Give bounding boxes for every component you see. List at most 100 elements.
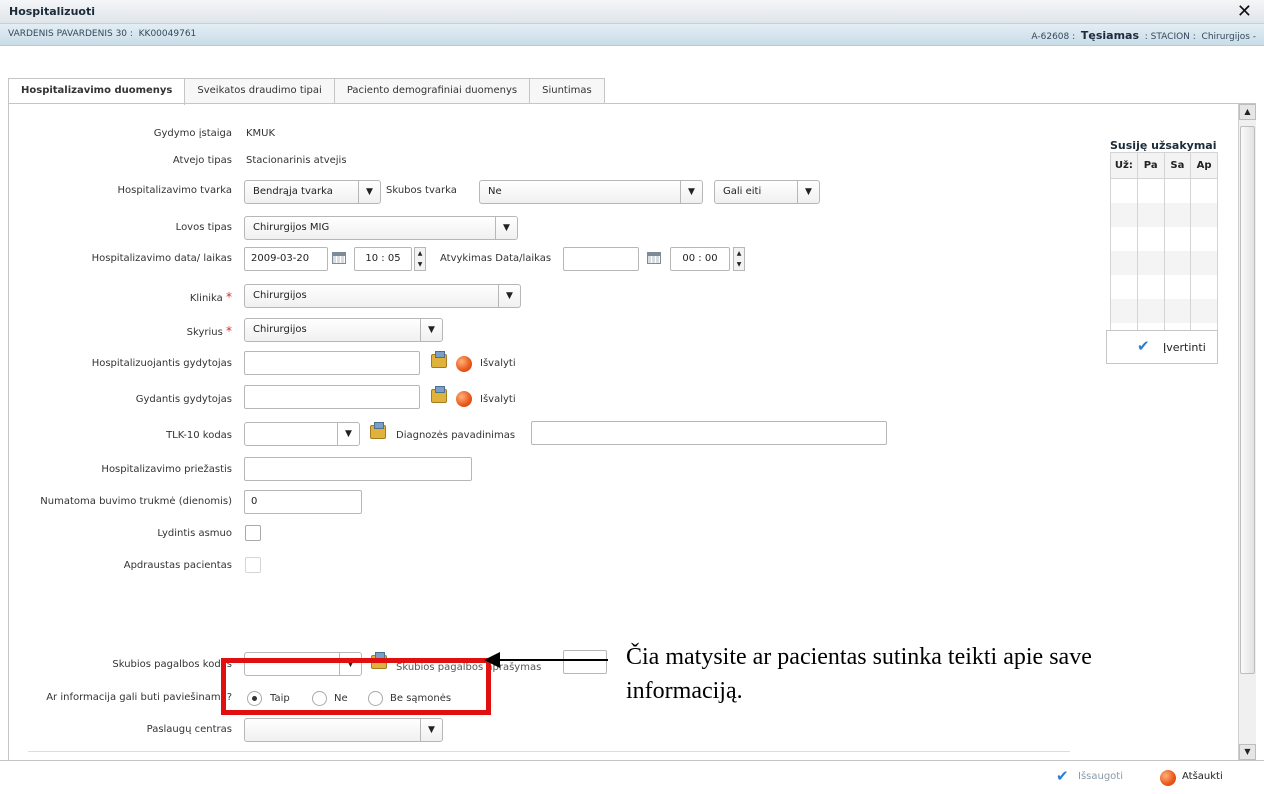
chevron-down-icon: ▼ bbox=[420, 319, 442, 341]
klinika-label-text: Klinika bbox=[189, 293, 223, 304]
gydantis-gydytojas-label: Gydantis gydytojas bbox=[135, 394, 232, 405]
save-button[interactable]: Išsaugoti bbox=[1078, 771, 1123, 782]
table-cell bbox=[1190, 274, 1218, 299]
apdraustas-label: Apdraustas pacientas bbox=[123, 560, 232, 571]
gydantis-gydytojas-input[interactable] bbox=[244, 385, 420, 409]
annotation-arrow bbox=[494, 659, 608, 661]
skubios-kodas-label: Skubios pagalbos kodas bbox=[112, 659, 232, 670]
tab-siuntimas[interactable]: Siuntimas bbox=[529, 78, 605, 104]
chevron-down-icon: ▼ bbox=[337, 423, 359, 445]
patient-info-bar: VARDENIS PAVARDENIS 30 : KK00049761 A-62… bbox=[0, 24, 1264, 46]
chevron-down-icon: ▼ bbox=[495, 217, 517, 239]
skyrius-value: Chirurgijos bbox=[253, 324, 307, 335]
hosp-gydytojas-label: Hospitalizuojantis gydytojas bbox=[91, 358, 232, 369]
hosp-gydytojas-input[interactable] bbox=[244, 351, 420, 375]
time-spinner[interactable]: ▲ ▼ bbox=[733, 247, 745, 271]
lovos-tipas-value: Chirurgijos MIG bbox=[253, 222, 330, 233]
calendar-icon[interactable] bbox=[332, 252, 346, 264]
clear-icon[interactable] bbox=[456, 356, 472, 372]
check-icon: ✔ bbox=[1056, 767, 1069, 785]
hosp-date-input[interactable]: 2009-03-20 bbox=[244, 247, 328, 271]
hosp-time-input[interactable]: 10 : 05 bbox=[354, 247, 412, 271]
column-header[interactable]: Ap bbox=[1190, 152, 1218, 179]
table-cell bbox=[1110, 250, 1138, 275]
required-icon: * bbox=[226, 290, 232, 304]
clear-icon[interactable] bbox=[456, 391, 472, 407]
tab-paciento-demografiniai[interactable]: Paciento demografiniai duomenys bbox=[333, 78, 531, 104]
cancel-button[interactable]: Atšaukti bbox=[1182, 771, 1223, 782]
chevron-down-icon: ▼ bbox=[797, 181, 819, 203]
table-cell bbox=[1136, 274, 1165, 299]
folder-search-icon[interactable] bbox=[431, 351, 447, 368]
hosp-data-label: Hospitalizavimo data/ laikas bbox=[91, 253, 232, 264]
lovos-tipas-select[interactable]: Chirurgijos MIG ▼ bbox=[244, 216, 518, 240]
patient-info: VARDENIS PAVARDENIS 30 : KK00049761 bbox=[8, 29, 196, 39]
vertical-scrollbar[interactable]: ▲ ▼ bbox=[1238, 104, 1256, 760]
priezastis-input[interactable] bbox=[244, 457, 472, 481]
chevron-down-icon: ▼ bbox=[358, 181, 380, 203]
table-cell bbox=[1136, 226, 1165, 251]
tlk-label: TLK-10 kodas bbox=[166, 430, 232, 441]
table-cell bbox=[1190, 250, 1218, 275]
related-orders-title: Susiję užsakymai bbox=[1110, 139, 1217, 152]
chevron-down-icon: ▼ bbox=[498, 285, 520, 307]
table-cell bbox=[1136, 298, 1165, 323]
lovos-tipas-label: Lovos tipas bbox=[175, 222, 232, 233]
tlk-select[interactable]: ▼ bbox=[244, 422, 360, 446]
klinika-label: Klinika * bbox=[190, 290, 232, 304]
close-icon[interactable]: ✕ bbox=[1237, 1, 1252, 22]
table-cell bbox=[1163, 178, 1192, 203]
table-cell bbox=[1163, 226, 1192, 251]
highlight-box bbox=[221, 658, 491, 715]
apdraustas-checkbox[interactable] bbox=[245, 557, 261, 573]
column-header[interactable]: Pa bbox=[1136, 152, 1165, 179]
skyrius-select[interactable]: Chirurgijos ▼ bbox=[244, 318, 443, 342]
folder-search-icon[interactable] bbox=[431, 386, 447, 403]
folder-search-icon[interactable] bbox=[370, 422, 386, 439]
skyrius-label-text: Skyrius bbox=[186, 327, 223, 338]
hosp-tvarka-select[interactable]: Bendrąja tvarka ▼ bbox=[244, 180, 381, 204]
hosp-tvarka-value: Bendrąja tvarka bbox=[253, 186, 333, 197]
atvykimas-date-input[interactable] bbox=[563, 247, 639, 271]
atvykimas-time-input[interactable]: 00 : 00 bbox=[670, 247, 730, 271]
gali-eiti-select[interactable]: Gali eiti ▼ bbox=[714, 180, 820, 204]
skubos-tvarka-select[interactable]: Ne ▼ bbox=[479, 180, 703, 204]
scroll-up-icon[interactable]: ▲ bbox=[1239, 104, 1256, 120]
column-header[interactable]: Sa bbox=[1163, 152, 1192, 179]
check-icon: ✔ bbox=[1137, 337, 1150, 355]
klinika-select[interactable]: Chirurgijos ▼ bbox=[244, 284, 521, 308]
informacija-label: Ar informacija gali buti paviešinama? bbox=[46, 692, 232, 703]
tab-sveikatos-draudimo-tipai[interactable]: Sveikatos draudimo tipai bbox=[184, 78, 335, 104]
atvykimas-label: Atvykimas Data/laikas bbox=[440, 253, 552, 264]
case-code: A-62608 : bbox=[1031, 32, 1076, 42]
paslaugu-centras-select[interactable]: ▼ bbox=[244, 718, 443, 742]
skubios-aprasymas-input[interactable] bbox=[563, 650, 607, 674]
gydantis-gydytojas-clear[interactable]: Išvalyti bbox=[480, 394, 516, 405]
diag-input[interactable] bbox=[531, 421, 887, 445]
table-cell bbox=[1136, 202, 1165, 227]
paslaugu-centras-label: Paslaugų centras bbox=[146, 724, 232, 735]
hosp-gydytojas-clear[interactable]: Išvalyti bbox=[480, 358, 516, 369]
table-cell bbox=[1110, 226, 1138, 251]
table-cell bbox=[1163, 202, 1192, 227]
trukme-input[interactable]: 0 bbox=[244, 490, 362, 514]
scroll-thumb[interactable] bbox=[1240, 126, 1255, 674]
table-cell bbox=[1110, 274, 1138, 299]
time-spinner[interactable]: ▲ ▼ bbox=[414, 247, 426, 271]
diag-label: Diagnozės pavadinimas bbox=[396, 430, 516, 441]
ivertinti-button[interactable]: ✔ Įvertinti bbox=[1106, 330, 1218, 364]
calendar-icon[interactable] bbox=[647, 252, 661, 264]
skubos-tvarka-value: Ne bbox=[488, 186, 502, 197]
tab-hospitalizavimo-duomenys[interactable]: Hospitalizavimo duomenys bbox=[8, 78, 186, 105]
table-cell bbox=[1136, 250, 1165, 275]
priezastis-label: Hospitalizavimo priežastis bbox=[101, 464, 232, 475]
required-icon: * bbox=[226, 324, 232, 338]
gali-eiti-value: Gali eiti bbox=[723, 186, 762, 197]
chevron-down-icon: ▼ bbox=[420, 719, 442, 741]
lydintis-checkbox[interactable] bbox=[245, 525, 261, 541]
column-header[interactable]: Už: bbox=[1110, 152, 1138, 179]
trukme-label: Numatoma buvimo trukmė (dienomis) bbox=[40, 496, 232, 507]
table-cell bbox=[1163, 298, 1192, 323]
klinika-value: Chirurgijos bbox=[253, 290, 307, 301]
scroll-down-icon[interactable]: ▼ bbox=[1239, 744, 1256, 760]
